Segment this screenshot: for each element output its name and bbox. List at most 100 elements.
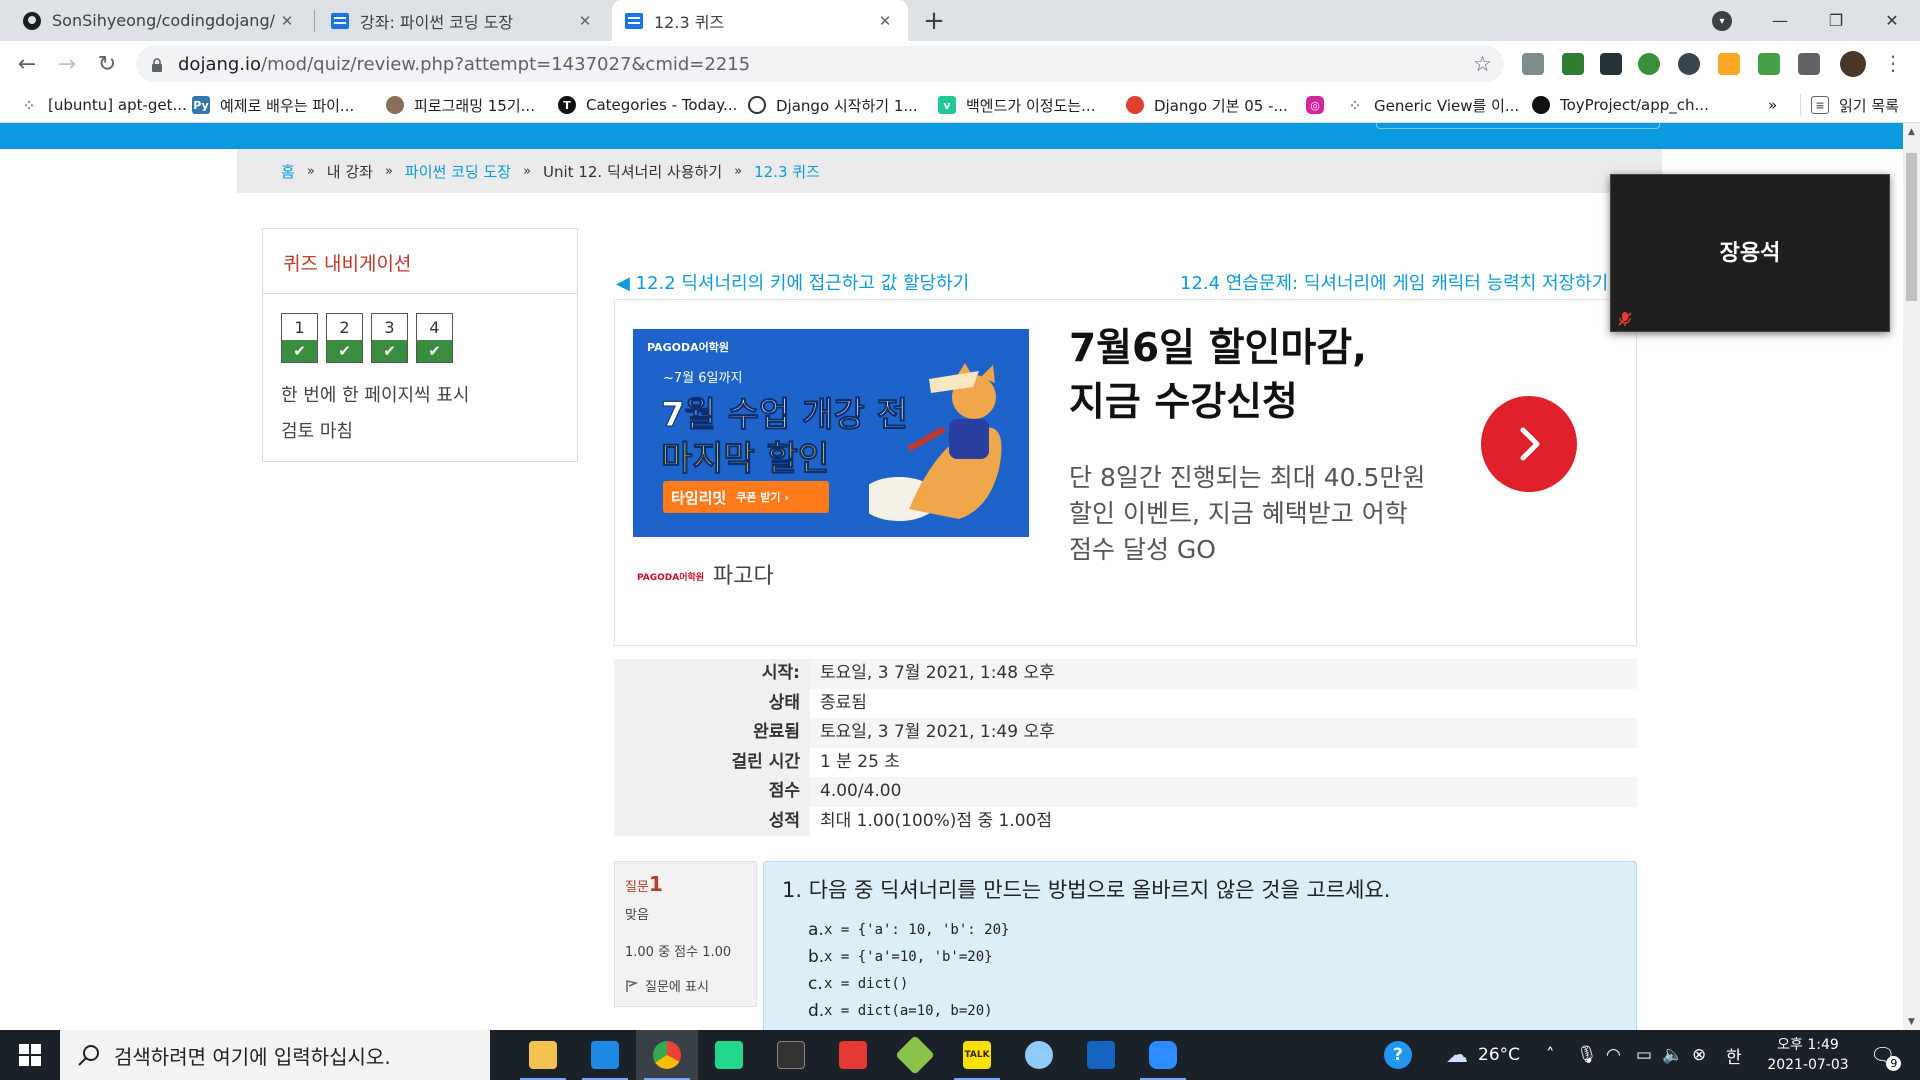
forward-button[interactable]: → <box>52 49 82 79</box>
finish-review-link[interactable]: 검토 마침 <box>281 417 353 443</box>
bookmark-item[interactable]: Django 기본 05 -... <box>1126 94 1288 116</box>
close-window-button[interactable]: ✕ <box>1864 0 1920 41</box>
chevron-up-icon[interactable]: ˄ <box>1546 1030 1555 1080</box>
puzzle-icon[interactable] <box>1798 53 1820 75</box>
extension-icon[interactable] <box>1562 53 1584 75</box>
ad-banner-image[interactable]: PAGODA어학원 ~7월 6일까지 7월 수업 개강 전 마지막 할인 타임리… <box>633 329 1029 537</box>
tab-course[interactable]: 강좌: 파이썬 코딩 도장 ✕ <box>318 0 608 41</box>
back-button[interactable]: ← <box>12 49 42 79</box>
start-button[interactable] <box>0 1030 60 1080</box>
chrome-app[interactable] <box>636 1030 698 1080</box>
chevron-right-icon <box>1520 427 1540 461</box>
banner-cta-small: 쿠폰 받기 › <box>736 491 789 504</box>
scrollbar-thumb[interactable] <box>1906 153 1917 301</box>
extension-icon[interactable] <box>1718 53 1740 75</box>
file-explorer-app[interactable] <box>512 1030 574 1080</box>
flag-question-link[interactable]: 질문에 표시 <box>625 976 746 995</box>
address-bar[interactable]: dojang.io/mod/quiz/review.php?attempt=14… <box>136 46 1504 82</box>
pycharm-icon <box>715 1041 743 1069</box>
help-icon[interactable]: ? <box>1384 1030 1412 1080</box>
close-icon[interactable]: ✕ <box>276 10 298 32</box>
scroll-down-icon[interactable]: ▼ <box>1903 1013 1920 1030</box>
tab-strip: SonSihyeong/codingdojang/resu ✕ 강좌: 파이썬 … <box>0 0 1920 41</box>
bookmark-item[interactable]: ◎ <box>1306 94 1334 116</box>
extension-icon[interactable] <box>1600 53 1622 75</box>
tab-github[interactable]: SonSihyeong/codingdojang/resu ✕ <box>10 0 310 41</box>
extension-icon[interactable] <box>1522 53 1544 75</box>
bookmark-item[interactable]: T Categories - Today... <box>558 94 737 116</box>
vscode-app[interactable] <box>574 1030 636 1080</box>
extension-icon[interactable] <box>1758 53 1780 75</box>
pycharm-app[interactable] <box>698 1030 760 1080</box>
bookmarks-more[interactable]: » <box>1768 94 1777 116</box>
breadcrumb-current[interactable]: 12.3 퀴즈 <box>754 161 820 182</box>
summary-value: 1 분 25 초 <box>820 751 900 772</box>
bookmark-item[interactable]: ⁘ [ubuntu] apt-get... <box>20 94 187 116</box>
taskbar-clock[interactable]: 오후 1:49 2021-07-03 <box>1760 1035 1856 1075</box>
question-number: 3 <box>384 317 395 337</box>
profile-avatar[interactable] <box>1840 51 1866 77</box>
breadcrumb-unit: Unit 12. 딕셔너리 사용하기 <box>543 162 723 181</box>
terminal-app[interactable] <box>760 1030 822 1080</box>
taskbar-search-box[interactable]: 검색하려면 여기에 입력하십시오. <box>60 1030 490 1080</box>
git-icon <box>895 1035 935 1075</box>
minimize-button[interactable]: — <box>1752 0 1808 41</box>
bookmark-item[interactable]: Py 예제로 배우는 파이... <box>192 94 354 116</box>
breadcrumb-course[interactable]: 파이썬 코딩 도장 <box>405 161 511 182</box>
breadcrumb-separator: » <box>523 163 532 179</box>
palette-icon <box>1025 1041 1053 1069</box>
bookmark-star-icon[interactable]: ☆ <box>1473 52 1492 76</box>
banner-cta-text: 타임리밋 <box>671 488 727 507</box>
close-icon[interactable]: ✕ <box>874 10 896 32</box>
paint-app[interactable] <box>1008 1030 1070 1080</box>
video-call-tile[interactable]: 장용석 <box>1610 174 1890 332</box>
new-tab-button[interactable]: + <box>918 6 950 36</box>
reading-list[interactable]: ≡ 읽기 목록 <box>1800 94 1899 116</box>
notifications-button[interactable]: 🗨 9 <box>1870 1030 1902 1080</box>
sumatra-app[interactable] <box>822 1030 884 1080</box>
breadcrumb-separator: » <box>384 163 393 179</box>
sponsor-name[interactable]: 파고다 <box>713 558 774 590</box>
bookmark-item[interactable]: v 백엔드가 이정도는... <box>938 94 1095 116</box>
volume-icon[interactable]: 🔈 <box>1662 1030 1683 1080</box>
show-one-page-link[interactable]: 한 번에 한 페이지씩 표시 <box>281 381 470 407</box>
advertisement[interactable]: i PAGODA어학원 ~7월 6일까지 7월 수업 개강 전 마지막 할인 타… <box>614 299 1637 646</box>
battery-icon[interactable]: ▭ <box>1636 1030 1652 1080</box>
kakaotalk-app[interactable]: TALK <box>946 1030 1008 1080</box>
bookmark-item[interactable]: ToyProject/app_ch... <box>1532 94 1709 116</box>
question-number: 4 <box>429 317 440 337</box>
hangul-app[interactable] <box>1070 1030 1132 1080</box>
breadcrumb-home[interactable]: 홈 <box>281 161 295 182</box>
ad-headline[interactable]: 7월6일 할인마감, 지금 수강신청 <box>1069 322 1367 430</box>
tab-search-icon[interactable]: ▾ <box>1712 11 1732 31</box>
extension-icon[interactable] <box>1678 53 1700 75</box>
bookmark-item[interactable]: ⁘ Generic View를 이... <box>1346 94 1519 116</box>
bookmark-item[interactable]: 피로그래밍 15기... <box>386 94 535 116</box>
restore-button[interactable]: ❐ <box>1808 0 1864 41</box>
reload-button[interactable]: ↻ <box>92 49 122 79</box>
close-icon[interactable]: ✕ <box>574 10 596 32</box>
summary-label: 성적 <box>614 806 810 836</box>
scroll-up-icon[interactable]: ▲ <box>1903 123 1920 140</box>
tab-title: 12.3 퀴즈 <box>654 12 725 32</box>
extension-icon[interactable] <box>1638 53 1660 75</box>
git-app[interactable] <box>884 1030 946 1080</box>
ime-indicator[interactable]: 한 <box>1726 1030 1742 1080</box>
ad-go-button[interactable] <box>1481 396 1577 492</box>
weather-widget[interactable]: ☁ 26°C <box>1446 1030 1520 1080</box>
tab-quiz[interactable]: 12.3 퀴즈 ✕ <box>612 0 908 41</box>
microphone-icon[interactable]: 🎙 <box>1576 1030 1598 1080</box>
bookmark-item[interactable]: Django 시작하기 1... <box>748 94 918 116</box>
wifi-icon[interactable]: ◠ <box>1606 1030 1621 1080</box>
next-activity-link[interactable]: 12.4 연습문제: 딕셔너리에 게임 캐릭터 능력치 저장하기 <box>1180 269 1608 295</box>
answer-option: d. x = dict(a=10, b=20) <box>808 997 1636 1024</box>
page-scrollbar[interactable]: ▲ ▼ <box>1903 123 1920 1030</box>
menu-icon[interactable]: ⋮ <box>1883 51 1903 75</box>
question-button-2[interactable]: 2 ✔ <box>326 313 363 363</box>
question-button-4[interactable]: 4 ✔ <box>416 313 453 363</box>
mute-indicator-icon[interactable]: ⊗ <box>1692 1030 1706 1080</box>
zoom-app[interactable] <box>1132 1030 1194 1080</box>
prev-activity-link[interactable]: ◀ 12.2 딕셔너리의 키에 접근하고 값 할당하기 <box>616 269 969 295</box>
question-button-3[interactable]: 3 ✔ <box>371 313 408 363</box>
question-button-1[interactable]: 1 ✔ <box>281 313 318 363</box>
